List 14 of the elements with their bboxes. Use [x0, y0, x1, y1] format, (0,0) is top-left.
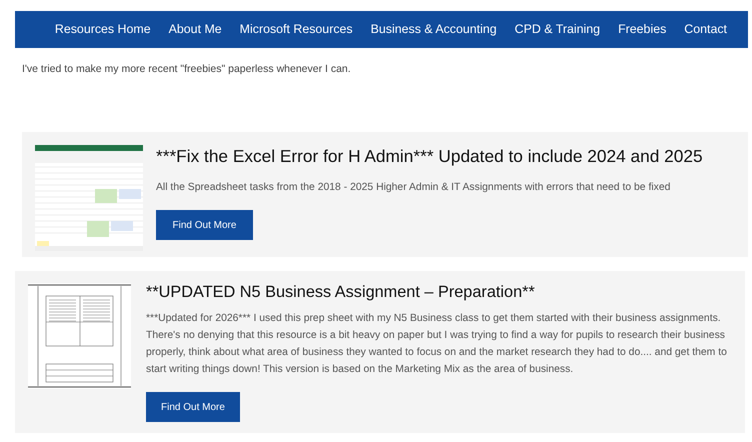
nav-link[interactable]: Freebies [609, 20, 676, 39]
nav-link[interactable]: Microsoft Resources [230, 20, 362, 39]
nav-link[interactable]: CPD & Training [506, 20, 610, 39]
resource-description: ***Updated for 2026*** I used this prep sheet with my N5 Business class to get them started with their business assignments. There's no denying that this resource is a bit heavy on paper but I was trying to find a way for pupils to research their business properly, think about what area of business they wanted to focus on and the market research they had to do.... and get them to start writing things down! This version is based on the Marketing Mix as the area of business. [146, 312, 728, 378]
resource-title: **UPDATED N5 Business Assignment – Preparation** [146, 282, 536, 302]
find-out-more-button[interactable]: Find Out More [146, 392, 240, 422]
nav-link[interactable]: About Me [160, 20, 231, 39]
nav-link[interactable]: Resources Home [46, 20, 160, 39]
nav-link[interactable]: Business & Accounting [362, 20, 506, 39]
find-out-more-button[interactable]: Find Out More [156, 210, 253, 240]
resource-description: All the Spreadsheet tasks from the 2018 - 2025 Higher Admin & IT Assignments with errors that need to be fixed [156, 180, 672, 194]
nav-link[interactable]: Contact [675, 20, 736, 39]
resource-title: ***Fix the Excel Error for H Admin*** Updated to include 2024 and 2025 [156, 146, 703, 166]
intro-text: I've tried to make my more recent "freebies" paperless whenever I can. [22, 62, 352, 77]
